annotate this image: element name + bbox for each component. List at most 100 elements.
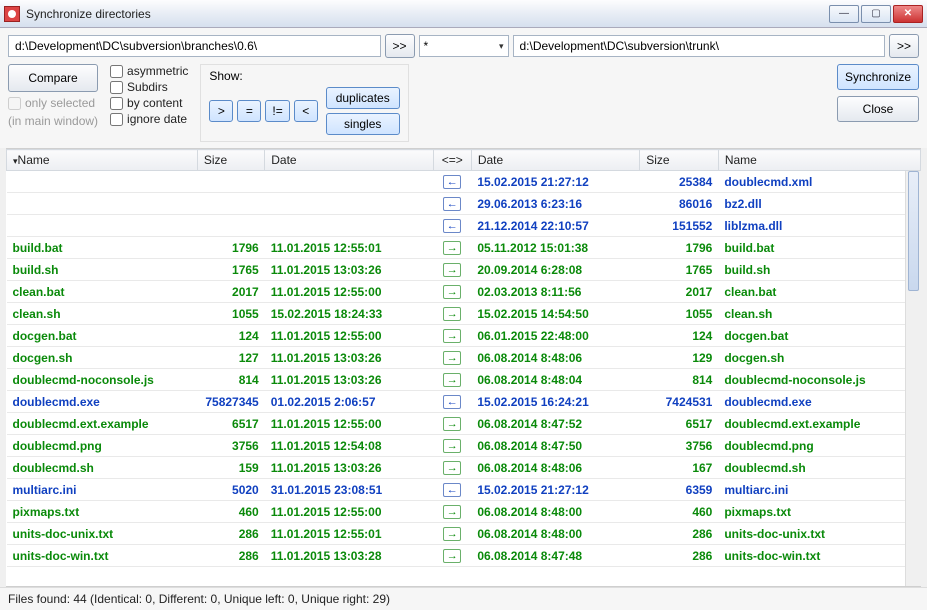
synchronize-button[interactable]: Synchronize bbox=[837, 64, 919, 90]
left-size: 286 bbox=[197, 523, 264, 545]
by-content-checkbox[interactable]: by content bbox=[110, 96, 188, 110]
right-size: 129 bbox=[640, 347, 719, 369]
right-name: clean.bat bbox=[718, 281, 920, 303]
close-window-button[interactable]: ✕ bbox=[893, 5, 923, 23]
direction-cell[interactable]: ← bbox=[433, 479, 471, 501]
table-row[interactable]: multiarc.ini502031.01.2015 23:08:51←15.0… bbox=[7, 479, 921, 501]
right-name: units-doc-win.txt bbox=[718, 545, 920, 567]
show-duplicates-button[interactable]: duplicates bbox=[326, 87, 400, 109]
left-size: 6517 bbox=[197, 413, 264, 435]
col-date-right[interactable]: Date bbox=[471, 150, 639, 171]
table-row[interactable]: doublecmd.ext.example651711.01.2015 12:5… bbox=[7, 413, 921, 435]
table-row[interactable]: clean.sh105515.02.2015 18:24:33→15.02.20… bbox=[7, 303, 921, 325]
direction-cell[interactable]: → bbox=[433, 347, 471, 369]
table-row[interactable]: build.sh176511.01.2015 13:03:26→20.09.20… bbox=[7, 259, 921, 281]
table-row[interactable]: docgen.bat12411.01.2015 12:55:00→06.01.2… bbox=[7, 325, 921, 347]
direction-cell[interactable]: ← bbox=[433, 171, 471, 193]
right-date: 06.08.2014 8:48:06 bbox=[471, 457, 639, 479]
right-size: 286 bbox=[640, 545, 719, 567]
table-row[interactable]: ←29.06.2013 6:23:1686016bz2.dll bbox=[7, 193, 921, 215]
left-size: 75827345 bbox=[197, 391, 264, 413]
col-size-left[interactable]: Size bbox=[197, 150, 264, 171]
show-singles-button[interactable]: singles bbox=[326, 113, 400, 135]
show-newer-right-button[interactable]: < bbox=[294, 100, 318, 122]
col-size-right[interactable]: Size bbox=[640, 150, 719, 171]
table-row[interactable]: doublecmd.exe7582734501.02.2015 2:06:57←… bbox=[7, 391, 921, 413]
ignore-date-checkbox[interactable]: ignore date bbox=[110, 112, 188, 126]
table-row[interactable]: clean.bat201711.01.2015 12:55:00→02.03.2… bbox=[7, 281, 921, 303]
left-size: 3756 bbox=[197, 435, 264, 457]
table-row[interactable]: units-doc-win.txt28611.01.2015 13:03:28→… bbox=[7, 545, 921, 567]
left-date: 11.01.2015 12:55:00 bbox=[265, 325, 433, 347]
close-button[interactable]: Close bbox=[837, 96, 919, 122]
arrow-right-icon: → bbox=[443, 461, 461, 475]
right-size: 460 bbox=[640, 501, 719, 523]
window-title: Synchronize directories bbox=[26, 7, 829, 21]
right-size: 814 bbox=[640, 369, 719, 391]
direction-cell[interactable]: ← bbox=[433, 391, 471, 413]
left-name: doublecmd.png bbox=[7, 435, 198, 457]
arrow-right-icon: → bbox=[443, 373, 461, 387]
left-size: 2017 bbox=[197, 281, 264, 303]
direction-cell[interactable]: → bbox=[433, 435, 471, 457]
left-go-button[interactable]: >> bbox=[385, 34, 415, 58]
left-name: multiarc.ini bbox=[7, 479, 198, 501]
col-name-right[interactable]: Name bbox=[718, 150, 920, 171]
direction-cell[interactable]: → bbox=[433, 369, 471, 391]
right-date: 06.08.2014 8:48:06 bbox=[471, 347, 639, 369]
direction-cell[interactable]: → bbox=[433, 545, 471, 567]
show-not-equal-button[interactable]: != bbox=[265, 100, 289, 122]
table-row[interactable]: pixmaps.txt46011.01.2015 12:55:00→06.08.… bbox=[7, 501, 921, 523]
only-selected-checkbox[interactable]: only selected bbox=[8, 96, 98, 110]
show-newer-left-button[interactable]: > bbox=[209, 100, 233, 122]
left-name bbox=[7, 171, 198, 193]
table-row[interactable]: doublecmd.sh15911.01.2015 13:03:26→06.08… bbox=[7, 457, 921, 479]
table-row[interactable]: ←21.12.2014 22:10:57151552liblzma.dll bbox=[7, 215, 921, 237]
direction-cell[interactable]: → bbox=[433, 523, 471, 545]
direction-cell[interactable]: ← bbox=[433, 215, 471, 237]
subdirs-checkbox[interactable]: Subdirs bbox=[110, 80, 188, 94]
direction-cell[interactable]: → bbox=[433, 413, 471, 435]
show-label: Show: bbox=[209, 69, 399, 83]
show-equal-button[interactable]: = bbox=[237, 100, 261, 122]
right-go-button[interactable]: >> bbox=[889, 34, 919, 58]
arrow-left-icon: ← bbox=[443, 219, 461, 233]
direction-cell[interactable]: → bbox=[433, 237, 471, 259]
direction-cell[interactable]: → bbox=[433, 325, 471, 347]
table-row[interactable]: build.bat179611.01.2015 12:55:01→05.11.2… bbox=[7, 237, 921, 259]
direction-cell[interactable]: → bbox=[433, 303, 471, 325]
left-path-input[interactable] bbox=[8, 35, 381, 57]
maximize-button[interactable]: ▢ bbox=[861, 5, 891, 23]
table-row[interactable]: docgen.sh12711.01.2015 13:03:26→06.08.20… bbox=[7, 347, 921, 369]
asymmetric-checkbox[interactable]: asymmetric bbox=[110, 64, 188, 78]
filter-combo[interactable]: * ▾ bbox=[419, 35, 509, 57]
right-name: doublecmd.exe bbox=[718, 391, 920, 413]
arrow-right-icon: → bbox=[443, 439, 461, 453]
table-row[interactable]: units-doc-unix.txt28611.01.2015 12:55:01… bbox=[7, 523, 921, 545]
direction-cell[interactable]: → bbox=[433, 281, 471, 303]
arrow-left-icon: ← bbox=[443, 483, 461, 497]
col-compare[interactable]: <=> bbox=[433, 150, 471, 171]
right-size: 25384 bbox=[640, 171, 719, 193]
right-date: 20.09.2014 6:28:08 bbox=[471, 259, 639, 281]
table-row[interactable]: ←15.02.2015 21:27:1225384doublecmd.xml bbox=[7, 171, 921, 193]
col-name-left[interactable]: ▾Name bbox=[7, 150, 198, 171]
left-name: doublecmd.sh bbox=[7, 457, 198, 479]
direction-cell[interactable]: → bbox=[433, 501, 471, 523]
col-date-left[interactable]: Date bbox=[265, 150, 433, 171]
vertical-scrollbar[interactable] bbox=[905, 171, 921, 586]
direction-cell[interactable]: → bbox=[433, 259, 471, 281]
minimize-button[interactable]: — bbox=[829, 5, 859, 23]
table-row[interactable]: doublecmd-noconsole.js81411.01.2015 13:0… bbox=[7, 369, 921, 391]
left-date: 11.01.2015 13:03:26 bbox=[265, 259, 433, 281]
table-row[interactable]: doublecmd.png375611.01.2015 12:54:08→06.… bbox=[7, 435, 921, 457]
right-date: 15.02.2015 21:27:12 bbox=[471, 171, 639, 193]
compare-button[interactable]: Compare bbox=[8, 64, 98, 92]
scrollbar-thumb[interactable] bbox=[908, 171, 919, 291]
direction-cell[interactable]: ← bbox=[433, 193, 471, 215]
compare-grid[interactable]: ▾Name Size Date <=> Date Size Name ←15.0… bbox=[6, 148, 921, 587]
right-name: pixmaps.txt bbox=[718, 501, 920, 523]
left-size: 5020 bbox=[197, 479, 264, 501]
right-path-input[interactable] bbox=[513, 35, 886, 57]
direction-cell[interactable]: → bbox=[433, 457, 471, 479]
